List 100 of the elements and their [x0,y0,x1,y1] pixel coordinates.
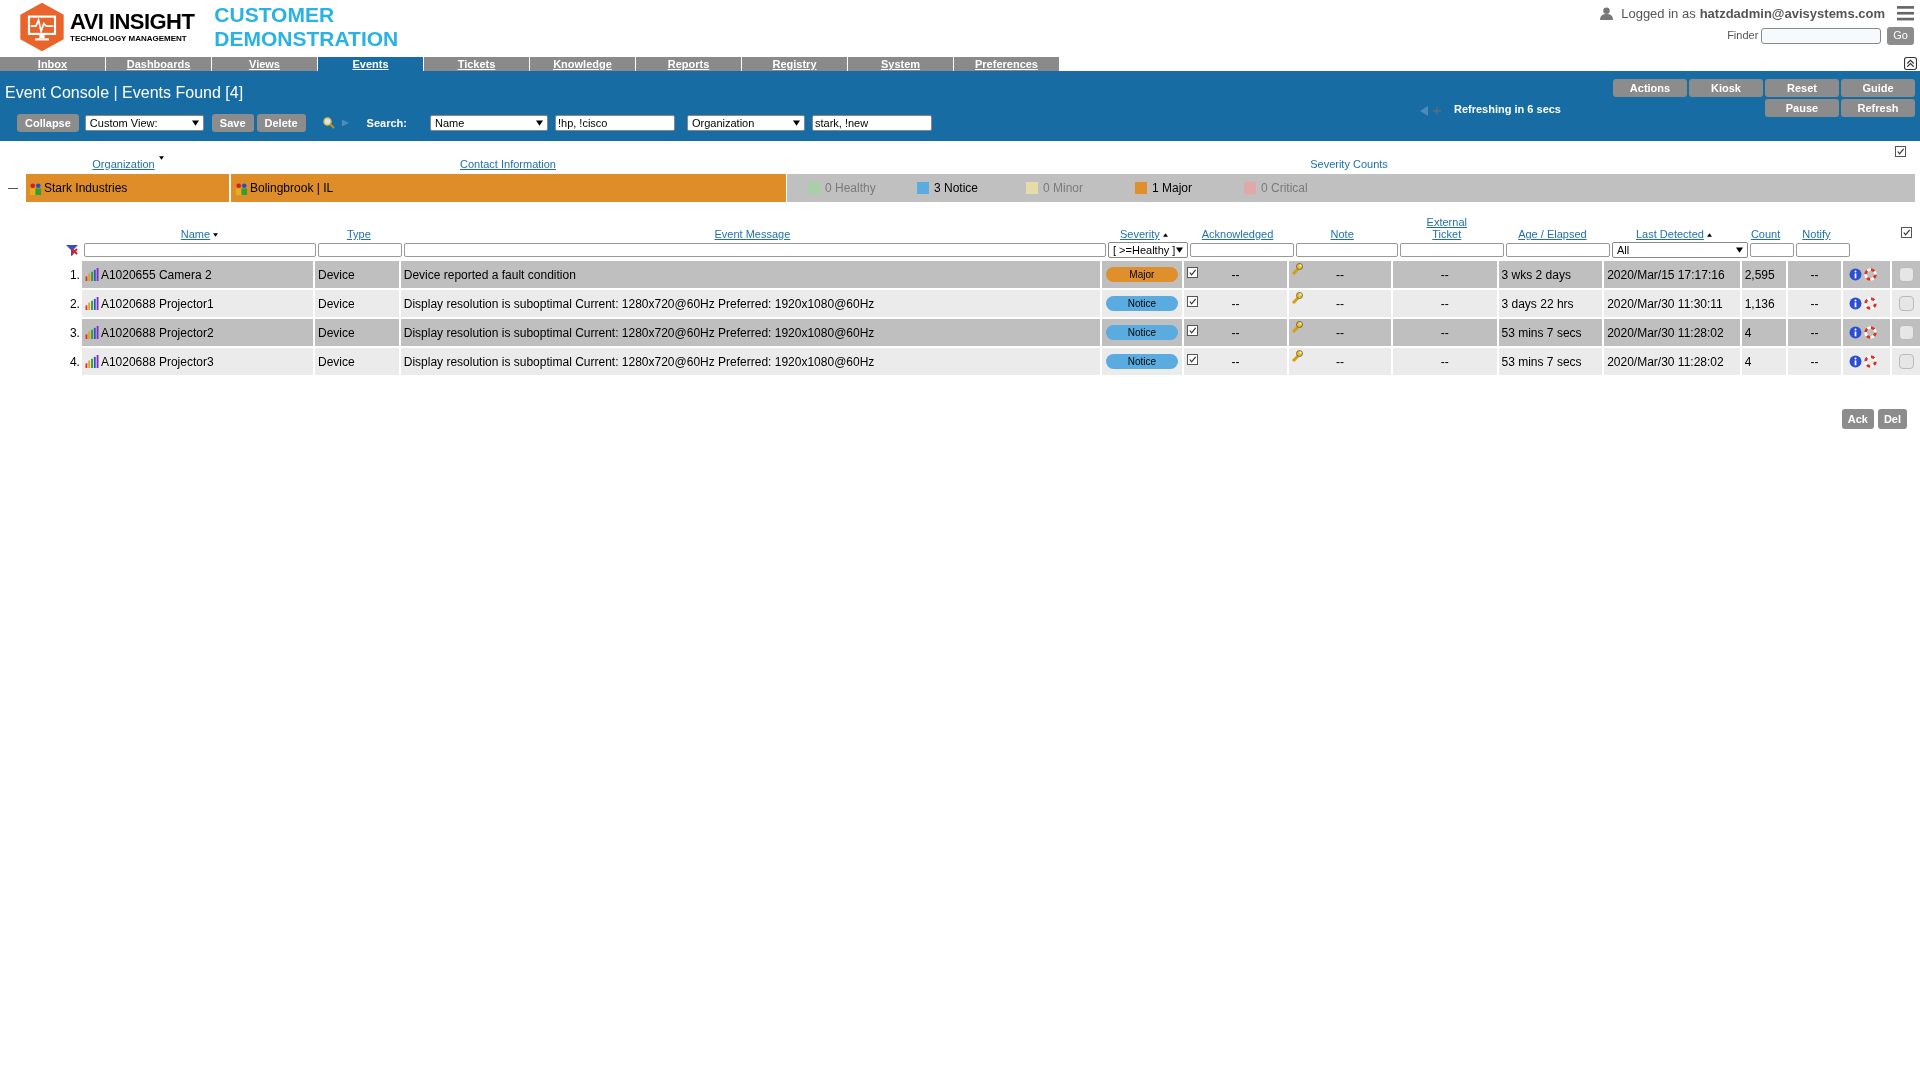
column-header[interactable]: Name [180,228,211,240]
column-filter-field[interactable] [1190,243,1294,257]
acknowledged-checkbox[interactable] [1186,267,1198,278]
acknowledged-checkbox[interactable] [1186,354,1198,365]
select-all-checkbox[interactable] [1900,227,1912,238]
finder-label: Finder [1727,28,1759,44]
row-number: 4. [68,353,81,371]
sort-icon [213,233,219,237]
nav-tab[interactable]: Views [212,57,317,71]
last-detected-cell: 2020/Mar/30 11:28:02 [1604,348,1740,375]
column-header[interactable]: Contact Information [460,155,556,172]
lifebuoy-icon[interactable] [1864,326,1878,339]
dropdown-arrow-icon [1736,247,1743,253]
column-header[interactable]: Count [1750,228,1781,240]
severity-count: 1 Major [1152,180,1192,197]
column-filter-field[interactable] [404,243,1106,257]
footer-button[interactable]: Del [1877,409,1907,429]
column-header[interactable]: Note [1330,228,1354,240]
column-header[interactable]: Last Detected [1636,228,1704,240]
save-button[interactable]: Save [211,114,254,132]
footer-button[interactable]: Ack [1841,409,1874,429]
acknowledged-checkbox[interactable] [1186,325,1198,336]
nav-tab[interactable]: System [848,57,953,71]
toolbar-button[interactable]: Actions [1613,79,1687,97]
go-button[interactable]: Go [1887,26,1914,45]
toolbar-button[interactable]: Refresh [1841,99,1915,117]
detected-filter-select[interactable]: All [1612,242,1748,258]
name-cell: A1020655 Camera 2 [81,261,313,288]
column-header[interactable]: Type [346,228,371,240]
type-cell: Device [315,319,399,346]
ticket-cell: -- [1392,319,1497,346]
sort-icon [1706,233,1712,237]
collapse-button[interactable]: Collapse [17,114,79,132]
nav-tab[interactable]: Reports [636,57,741,71]
info-icon[interactable] [1849,326,1863,339]
column-header[interactable]: Age / Elapsed [1518,228,1587,240]
column-filter-field[interactable] [1796,243,1850,257]
age-cell: 3 wks 2 days [1498,261,1603,288]
refresh-status: Refreshing in 6 secs [1454,102,1561,117]
column-filter-field[interactable] [1296,243,1398,257]
search-field[interactable]: stark, !new [811,115,932,131]
message-cell: Display resolution is suboptimal Current: 1280x720@60Hz Preferred: 1920x1080@60Hz [400,348,1100,375]
column-filter-field[interactable] [84,243,316,257]
toolbar-button[interactable]: Pause [1765,99,1839,117]
column-header[interactable]: External Ticket [1421,216,1472,240]
site-title: CUSTOMER [214,3,336,27]
filter-icon[interactable] [66,244,78,256]
search-field[interactable]: !hp, !cisco [554,115,675,131]
nav-tab[interactable]: Events [318,57,423,71]
toolbar-button[interactable]: Kiosk [1689,79,1763,97]
delete-button[interactable]: Delete [256,114,306,132]
column-filter-field[interactable] [318,243,402,257]
type-cell: Device [315,290,399,317]
finder-field[interactable] [1761,27,1882,44]
sort-icon [1162,233,1168,237]
nav-tab[interactable]: Preferences [954,57,1059,71]
column-filter-field[interactable] [1400,243,1504,257]
info-icon[interactable] [1849,297,1863,310]
severity-filter-select[interactable]: [ >=Healthy ] [1108,242,1188,258]
search-field-select[interactable]: Name [429,115,548,131]
brand-name: AVI INSIGHT [70,11,195,33]
count-cell: 4 [1741,319,1786,346]
dropdown-arrow-icon [191,120,199,126]
column-header[interactable]: Event Message [714,228,791,240]
last-detected-cell: 2020/Mar/15 17:17:16 [1604,261,1740,288]
toolbar-button[interactable]: Reset [1765,79,1839,97]
sort-icon [158,155,164,160]
info-icon[interactable] [1849,268,1863,281]
info-icon[interactable] [1849,355,1863,368]
lifebuoy-icon[interactable] [1864,355,1878,368]
toolbar-button[interactable]: Guide [1841,79,1915,97]
column-filter-field[interactable] [1506,243,1610,257]
severity-badge: Major [1105,267,1178,282]
column-header[interactable]: Severity [1120,228,1160,240]
row-checkbox[interactable] [1898,296,1914,311]
acknowledged-checkbox[interactable] [1186,296,1198,307]
nav-tab[interactable]: Knowledge [530,57,635,71]
dropdown-arrow-icon [1176,247,1183,253]
row-checkbox[interactable] [1898,267,1914,282]
nav-tab[interactable]: Registry [742,57,847,71]
column-header[interactable]: Organization [92,155,155,172]
row-checkbox[interactable] [1898,354,1914,369]
row-checkbox[interactable] [1898,325,1914,340]
acknowledged-cell-text: -- [1231,295,1240,313]
collapse-up-icon[interactable] [1904,57,1917,70]
lifebuoy-icon[interactable] [1864,297,1878,310]
organization-cell: Stark Industries [26,174,229,202]
lifebuoy-icon[interactable] [1864,268,1878,281]
menu-icon[interactable] [1897,6,1914,22]
column-header[interactable]: Notify [1802,228,1831,240]
column-header[interactable]: Acknowledged [1201,228,1274,240]
search-icon[interactable] [322,117,335,129]
nav-tab[interactable]: Tickets [424,57,529,71]
search-field-select[interactable]: Organization [686,115,805,131]
acknowledged-cell-text: -- [1231,324,1240,342]
select-all-checkbox[interactable] [1895,146,1906,157]
custom-view-select[interactable]: Custom View: [84,115,204,131]
nav-tab[interactable]: Inbox [0,57,105,71]
column-filter-field[interactable] [1750,243,1794,257]
nav-tab[interactable]: Dashboards [106,57,211,71]
